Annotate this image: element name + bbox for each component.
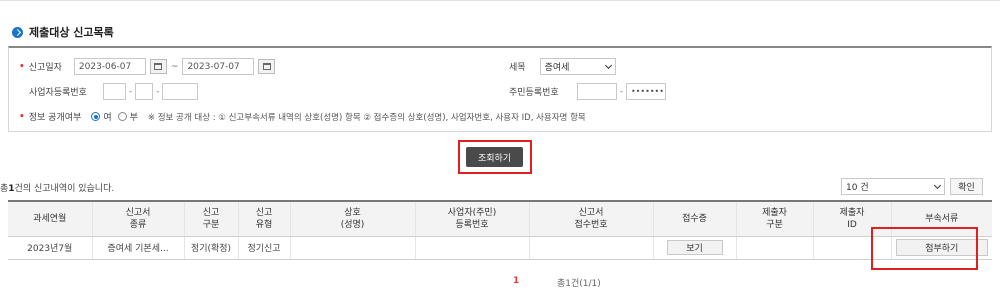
cell-receipt-no — [528, 236, 653, 260]
cell-submitter-type — [735, 236, 813, 260]
radio-yes[interactable] — [91, 112, 101, 121]
dash: - — [128, 86, 133, 97]
th-regno: 사업자(주민) 등록번호 — [414, 200, 529, 237]
dash: - — [619, 86, 623, 97]
cell-receipt: 보기 — [652, 236, 736, 260]
highlight-box-search — [458, 140, 532, 174]
section-header: 제출대상 신고목록 — [12, 24, 114, 40]
th-submitter-type: 제출자 구분 — [735, 200, 813, 237]
radio-yes-label: 여 — [103, 113, 112, 123]
cell-form[interactable]: 증여세 기본세... — [91, 236, 184, 260]
required-mark: • — [19, 61, 25, 72]
rrn-row: 주민등록번호 - ••••••• — [509, 83, 666, 100]
cell-regno — [414, 236, 529, 260]
search-form: • 신고일자 2023-06-07 ~ 2023-07-07 세목 증여세 사업… — [8, 46, 992, 132]
radio-no[interactable] — [117, 112, 127, 121]
bizno-part2[interactable] — [135, 83, 154, 100]
date-to-input[interactable]: 2023-07-07 — [182, 58, 255, 75]
highlight-box-attach — [871, 227, 978, 270]
th-receipt: 접수증 — [652, 200, 736, 237]
arrow-circle-icon — [12, 26, 23, 38]
th-receipt-no: 신고서 접수번호 — [528, 200, 653, 237]
tilde: ~ — [170, 61, 179, 72]
chevron-down-icon — [933, 181, 942, 189]
required-mark: • — [19, 111, 25, 122]
rrn-part1[interactable] — [576, 83, 617, 100]
tax-row: 세목 증여세 — [509, 58, 616, 75]
th-type: 신고 유형 — [237, 200, 290, 237]
page-size-select[interactable]: 10 건 — [841, 178, 945, 195]
date-row: • 신고일자 2023-06-07 ~ 2023-07-07 — [19, 58, 276, 75]
calendar-icon[interactable] — [258, 59, 276, 74]
radio-no-label: 부 — [129, 113, 138, 123]
count-suffix: 건의 신고내역이 있습니다. — [14, 184, 115, 194]
th-form: 신고서 종류 — [91, 200, 184, 237]
rrn-part2[interactable]: ••••••• — [625, 83, 666, 100]
tax-label: 세목 — [509, 63, 526, 73]
th-category: 신고 구분 — [183, 200, 238, 237]
bizno-label: 사업자등록번호 — [29, 88, 87, 98]
ok-button[interactable]: 확인 — [950, 178, 983, 195]
bizno-part1[interactable] — [102, 83, 126, 100]
page-current[interactable]: 1 — [513, 276, 519, 286]
cell-type: 정기신고 — [237, 236, 290, 260]
disclosure-row: • 정보 공개여부 여 부 ※ 정보 공개 대상 : ① 신고부속서류 내역의 … — [19, 110, 586, 124]
cell-category: 정기(확정) — [183, 236, 238, 260]
dash: - — [156, 86, 160, 97]
result-count: 총1건의 신고내역이 있습니다. — [0, 181, 114, 194]
tax-select[interactable]: 증여세 — [539, 58, 616, 75]
disclosure-label: 정보 공개여부 — [28, 113, 82, 123]
table-row: 2023년7월 증여세 기본세... 정기(확정) 정기신고 보기 첨부하기 — [8, 236, 992, 260]
page-size-value: 10 건 — [846, 183, 869, 193]
calendar-icon[interactable] — [149, 59, 167, 74]
bizno-row: 사업자등록번호 - - — [29, 83, 199, 100]
top-divider — [0, 0, 1000, 1]
page-total: 총1건(1/1) — [557, 279, 601, 289]
rrn-label: 주민등록번호 — [509, 88, 559, 98]
section-title: 제출대상 신고목록 — [29, 26, 114, 39]
th-period: 과세연월 — [8, 200, 92, 237]
th-name: 상호 (성명) — [289, 200, 415, 237]
table-header-row: 과세연월 신고서 종류 신고 구분 신고 유형 상호 (성명) 사업자(주민) 등록번호 … — [8, 200, 992, 237]
chevron-down-icon — [604, 61, 612, 69]
report-table: 과세연월 신고서 종류 신고 구분 신고 유형 상호 (성명) 사업자(주민) 등록번호 … — [8, 200, 992, 260]
date-label: 신고일자 — [28, 63, 62, 73]
date-from-input[interactable]: 2023-06-07 — [73, 58, 146, 75]
bizno-part3[interactable] — [162, 83, 199, 100]
cell-name — [289, 236, 415, 260]
tax-selected: 증여세 — [544, 63, 570, 73]
cell-period: 2023년7월 — [8, 236, 92, 260]
disclosure-note: ※ 정보 공개 대상 : ① 신고부속서류 내역의 상호(성명) 항목 ② 접수… — [147, 112, 586, 123]
view-receipt-button[interactable]: 보기 — [666, 240, 723, 255]
